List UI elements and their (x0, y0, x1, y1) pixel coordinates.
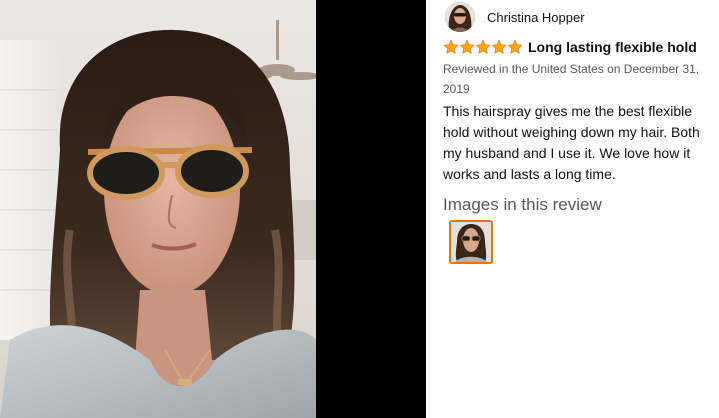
review-image-thumbnail[interactable] (449, 220, 493, 264)
star-rating[interactable] (443, 39, 523, 55)
review-date: Reviewed in the United States on Decembe… (443, 62, 700, 96)
images-heading: Images in this review (443, 195, 602, 214)
review-body: This hairspray gives me the best flexibl… (443, 103, 700, 182)
review-title[interactable]: Long lasting flexible hold (528, 39, 697, 55)
review-panel: Christina Hopper Long lasting flexible h… (426, 0, 719, 418)
star-icon (475, 39, 491, 55)
star-icon (443, 39, 459, 55)
photo-letterbox (316, 0, 426, 418)
reviewer-name[interactable]: Christina Hopper (487, 10, 585, 25)
reviewer-profile[interactable]: Christina Hopper (445, 2, 585, 32)
star-icon (507, 39, 523, 55)
star-icon (459, 39, 475, 55)
review-headline: Long lasting flexible hold (443, 38, 697, 56)
avatar[interactable] (445, 2, 475, 32)
review-photo (0, 0, 316, 418)
star-icon (491, 39, 507, 55)
